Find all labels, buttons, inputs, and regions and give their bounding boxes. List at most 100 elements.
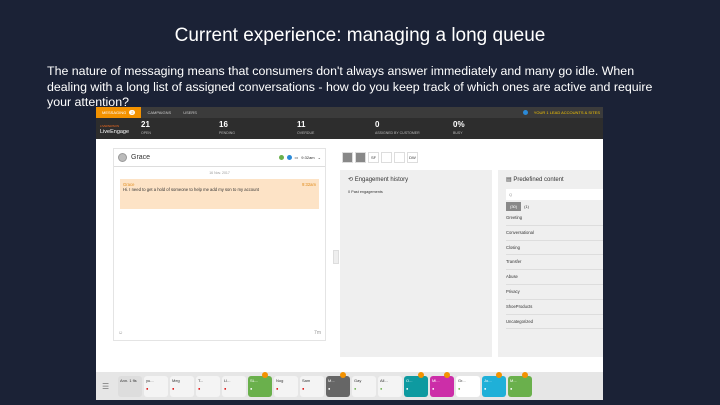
filter-saved[interactable]: (1) xyxy=(524,204,529,209)
chevron-down-icon[interactable]: ⌄ xyxy=(318,155,321,160)
emoji-icon[interactable]: ☺ xyxy=(118,330,123,336)
status-icon: ● xyxy=(250,385,253,391)
help-icon[interactable] xyxy=(522,110,528,115)
tab-label: Gay xyxy=(354,377,362,383)
top-nav: MESSAGING 2 CAMPAIGNS USERS YOUR 1 LEAD A… xyxy=(96,107,603,118)
logo-text: LiveEngage xyxy=(100,128,130,135)
tab-label: M... xyxy=(510,377,517,383)
alert-badge xyxy=(262,371,268,378)
kpi-value: 0% xyxy=(453,119,465,129)
slide-title: Current experience: managing a long queu… xyxy=(174,25,546,46)
status-icon: ● xyxy=(380,385,383,391)
conversation-tab[interactable]: Ll... ● xyxy=(222,375,246,397)
status-icon: ● xyxy=(224,385,227,391)
tab-users[interactable]: USERS xyxy=(177,107,203,118)
predefined-widget-button[interactable] xyxy=(355,152,366,163)
tab-label: MESSAGING xyxy=(102,110,127,115)
alert-badge xyxy=(522,371,528,378)
verified-icon xyxy=(286,155,292,160)
tab-label: yu... xyxy=(146,377,154,383)
chat-time: 9:32am xyxy=(301,155,315,160)
category-item[interactable]: Transfer xyxy=(506,255,603,271)
dw-widget-button[interactable]: DW xyxy=(407,152,418,163)
kpi-value: 11 xyxy=(297,119,306,129)
tab-label: Meg xyxy=(172,377,180,383)
kpi-assigned[interactable]: 0 ASSIGNED BY CUSTOMER xyxy=(375,119,453,137)
engagement-history-panel: ⟲ Engagement history 0 Past engagements xyxy=(340,170,492,357)
status-icon: ● xyxy=(328,385,331,391)
kpi-busy[interactable]: 0% BUSY xyxy=(453,119,531,137)
transfer-widget-button[interactable] xyxy=(381,152,392,163)
tab-label: Sam xyxy=(302,377,311,383)
conversation-tab[interactable]: T... ● xyxy=(196,375,220,397)
message-text: Hi. I need to get a hold of someone to h… xyxy=(123,187,259,192)
status-icon: ● xyxy=(198,385,201,391)
conversation-tab[interactable]: SL... ● xyxy=(248,371,272,397)
kpi-label: OPEN xyxy=(141,130,151,135)
history-icon: ⟲ xyxy=(348,177,355,183)
category-item[interactable]: Uncategorized xyxy=(506,315,603,330)
past-engagements: 0 Past engagements xyxy=(348,190,383,194)
tab-label: Ann. 1 fls xyxy=(120,377,137,383)
tab-label: O... xyxy=(406,377,413,383)
alert-badge xyxy=(340,371,346,378)
category-item[interactable]: Abuse xyxy=(506,270,603,285)
conversation-tab[interactable]: M... ● xyxy=(326,371,350,397)
date-divider: 16 Nov. 2017 xyxy=(209,171,230,175)
conversation-tab[interactable]: Gay ● xyxy=(352,375,376,397)
category-item[interactable]: Closing xyxy=(506,241,603,256)
desktop-icon: ▭ xyxy=(294,155,299,160)
panel-title: Predefined content xyxy=(513,177,564,183)
tab-label: Ll... xyxy=(224,377,231,383)
tab-campaigns[interactable]: CAMPAIGNS xyxy=(141,107,177,118)
sf-widget-button[interactable]: SF xyxy=(368,152,379,163)
info-widget-button[interactable] xyxy=(342,152,353,163)
kpi-label: PENDING xyxy=(219,130,235,135)
conversation-tab[interactable]: Meg ● xyxy=(170,375,194,397)
conversation-tab[interactable]: yu... ● xyxy=(144,375,168,397)
panel-splitter[interactable] xyxy=(333,250,339,264)
kpi-pending[interactable]: 16 PENDING xyxy=(219,120,297,137)
conversation-tab[interactable]: Ml... ● xyxy=(430,371,454,397)
kpi-value: 0 xyxy=(375,119,380,129)
tab-label: T... xyxy=(198,377,204,383)
tab-label: Nog xyxy=(276,377,284,383)
kpi-label: OVERDUE xyxy=(297,130,315,135)
consumer-name: Grace xyxy=(131,154,151,161)
alert-badge xyxy=(418,371,424,378)
conversation-tab[interactable]: Sam ● xyxy=(300,375,324,397)
liveengage-screenshot: MESSAGING 2 CAMPAIGNS USERS YOUR 1 LEAD A… xyxy=(96,107,603,400)
conversation-tab[interactable]: Nog ● xyxy=(274,375,298,397)
conversation-tab[interactable]: Ann. 1 fls xyxy=(118,375,142,397)
chat-header: Grace ▭ 9:32am ⌄ xyxy=(114,149,325,167)
alert-badge xyxy=(444,371,450,378)
edit-widget-button[interactable] xyxy=(394,152,405,163)
idle-time: 7m xyxy=(314,330,321,336)
tab-label: SL... xyxy=(250,377,259,383)
tab-label: Ml... xyxy=(432,377,440,383)
tab-messaging[interactable]: MESSAGING 2 xyxy=(96,107,142,118)
category-item[interactable]: Privacy xyxy=(506,285,603,300)
category-item[interactable]: Greeting xyxy=(506,211,603,226)
message-time: 9:32am xyxy=(302,182,316,187)
conversation-tab[interactable]: All... ● xyxy=(378,375,402,397)
status-icon xyxy=(278,155,284,160)
menu-icon[interactable]: ☰ xyxy=(102,382,116,391)
account-link[interactable]: YOUR 1 LEAD ACCOUNTS & SITES xyxy=(534,110,600,115)
status-icon: ● xyxy=(146,385,149,391)
kpi-label: ASSIGNED BY CUSTOMER xyxy=(375,130,420,135)
filter-all[interactable]: (30) xyxy=(506,202,522,211)
status-icon: ● xyxy=(458,385,461,391)
tab-label: M... xyxy=(328,377,335,383)
conversation-tab[interactable]: O... ● xyxy=(404,371,428,397)
badge: 2 xyxy=(129,110,136,115)
kpi-open[interactable]: 21 OPEN xyxy=(141,120,219,137)
category-item[interactable]: Conversational xyxy=(506,226,603,241)
kpi-overdue[interactable]: 11 OVERDUE xyxy=(297,119,375,137)
category-item[interactable]: ShoeProducts xyxy=(506,300,603,315)
conversation-tab[interactable]: M... ● xyxy=(508,371,532,397)
alert-badge xyxy=(496,371,502,378)
conversation-tab[interactable]: Jo... ● xyxy=(482,371,506,397)
search-input[interactable]: Q xyxy=(506,189,603,200)
conversation-tab[interactable]: Gr... ● xyxy=(456,375,480,397)
